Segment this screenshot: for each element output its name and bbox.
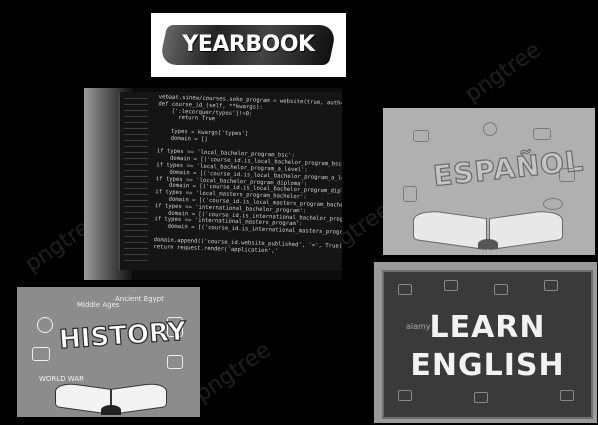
doodle-icon bbox=[533, 128, 551, 140]
watermark-text: pngtree bbox=[460, 37, 546, 108]
english-text: ENGLISH bbox=[410, 348, 565, 383]
history-title: HISTORY bbox=[58, 316, 188, 356]
doodle-icon bbox=[560, 390, 574, 401]
doodle-icon bbox=[167, 355, 183, 369]
history-doodle-label: WORLD WAR bbox=[39, 375, 85, 383]
doodle-icon bbox=[543, 198, 563, 210]
doodle-icon bbox=[32, 347, 50, 361]
doodle-icon bbox=[444, 280, 458, 291]
doodle-icon bbox=[403, 186, 417, 202]
doodle-icon bbox=[413, 130, 429, 142]
yearbook-logo-text: YEARBOOK bbox=[182, 32, 315, 57]
history-doodle-label: Middle Ages bbox=[77, 301, 120, 309]
doodle-icon bbox=[494, 284, 508, 295]
doodle-icon bbox=[398, 390, 412, 401]
open-book-icon bbox=[55, 381, 167, 415]
watermark-text: pngtree bbox=[190, 337, 276, 408]
code-gutter bbox=[124, 98, 148, 266]
doodle-icon bbox=[398, 284, 412, 295]
doodle-icon bbox=[559, 168, 575, 182]
doodle-icon bbox=[483, 122, 497, 136]
learn-english-chalkboard-image[interactable]: LEARN ENGLISH alamy bbox=[374, 262, 597, 423]
doodle-icon bbox=[474, 392, 488, 403]
code-screen-image[interactable]: vebaat.sinew/courses.soko_program = webs… bbox=[84, 88, 342, 280]
yearbook-logo[interactable]: YEARBOOK bbox=[151, 13, 346, 77]
history-book-image[interactable]: WORLD WAR Ancient Egypt Middle Ages HIST… bbox=[17, 287, 200, 417]
chalkboard: LEARN ENGLISH alamy bbox=[382, 270, 593, 419]
code-text: vebaat.sinew/courses.soko_program = webs… bbox=[153, 94, 342, 255]
history-doodle-label: Ancient Egypt bbox=[115, 295, 164, 303]
open-book-icon bbox=[413, 207, 563, 251]
alamy-watermark: alamy bbox=[406, 322, 431, 331]
doodle-icon bbox=[37, 317, 53, 333]
doodle-icon bbox=[544, 280, 558, 291]
espanol-book-image[interactable]: ESPAÑOL bbox=[383, 108, 595, 255]
